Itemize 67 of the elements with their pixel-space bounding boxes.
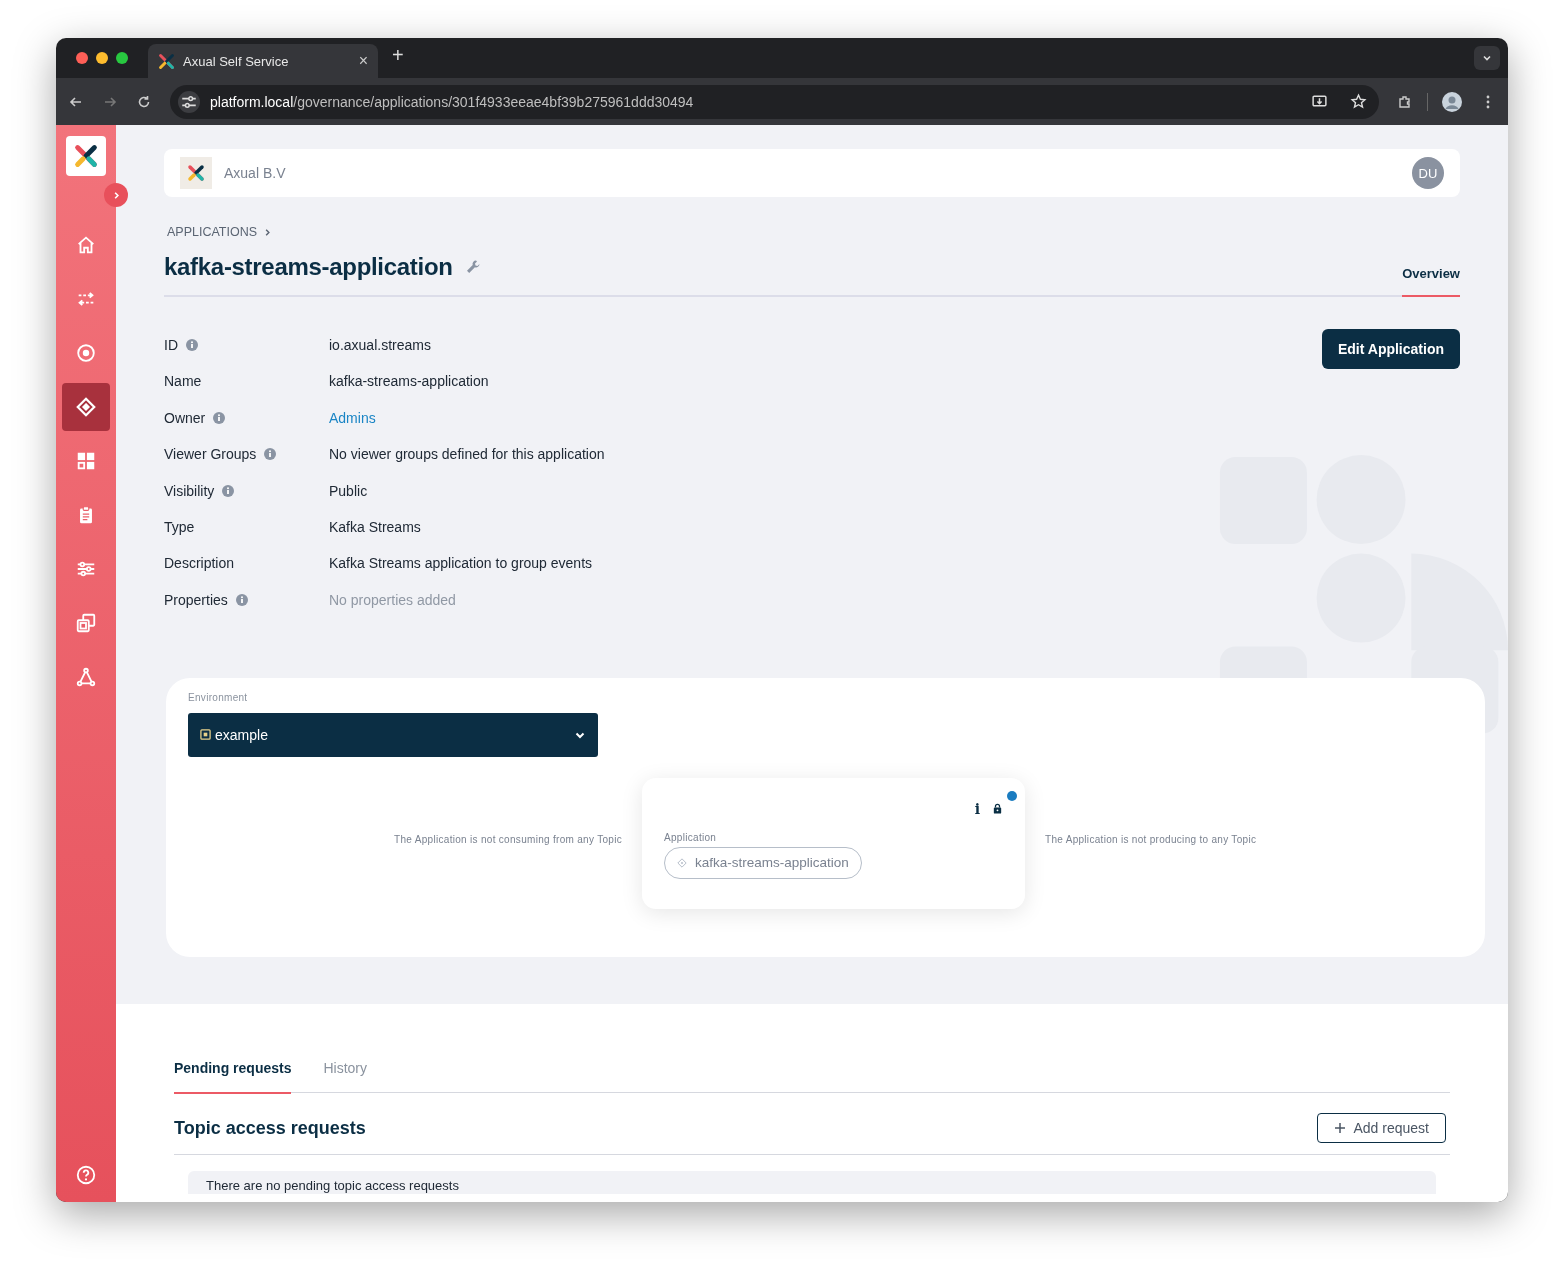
app-logo[interactable] [66, 136, 106, 176]
new-tab-button[interactable]: + [392, 44, 404, 67]
chevron-icon [263, 227, 273, 237]
field-value: io.axual.streams [329, 337, 431, 353]
empty-message: There are no pending topic access requests [206, 1178, 459, 1194]
field-label: Visibility [164, 482, 215, 499]
field-value: No properties added [329, 591, 456, 608]
organization-name: Axual B.V [224, 165, 286, 181]
field-label: Owner [164, 409, 206, 426]
field-value: kafka-streams-application [329, 373, 489, 390]
info-icon[interactable] [213, 411, 226, 424]
sidebar-item[interactable] [62, 383, 110, 431]
field-value: No viewer groups defined for this application [329, 446, 605, 463]
application-node[interactable]: i Application kafka-streams-application [642, 777, 1025, 909]
copy-icon [75, 612, 97, 634]
lock-icon[interactable] [992, 803, 1003, 815]
browser-tab[interactable]: Axual Self Service × [148, 44, 378, 78]
bookmark-star-icon[interactable] [1350, 93, 1367, 110]
edit-application-button[interactable]: Edit Application [1321, 329, 1460, 369]
network-icon [75, 666, 97, 688]
info-button[interactable]: i [974, 800, 980, 817]
section-heading: Topic access requests [174, 1117, 366, 1139]
site-settings-icon[interactable] [178, 90, 200, 113]
owner-link[interactable]: Admins [329, 409, 376, 426]
home-icon [75, 234, 97, 256]
field-label: Type [164, 518, 195, 535]
field-label: Description [164, 555, 235, 572]
info-icon[interactable] [186, 339, 198, 351]
field-label: Name [164, 373, 202, 390]
expand-sidebar-button[interactable] [104, 183, 128, 207]
info-icon[interactable] [264, 448, 277, 461]
profile-avatar-icon[interactable] [1442, 91, 1462, 112]
environment-label: Environment [188, 691, 249, 703]
tab-menu-button[interactable] [1474, 46, 1500, 70]
field-label: ID [164, 337, 178, 353]
page-title: kafka-streams-application [164, 253, 453, 281]
plus-icon [1333, 1122, 1346, 1135]
add-request-button[interactable]: Add request [1316, 1113, 1446, 1144]
diamond-icon [677, 857, 687, 868]
field-label: Properties [164, 591, 228, 608]
environment-dropdown[interactable]: example [188, 712, 598, 757]
help-icon[interactable] [75, 1164, 97, 1186]
wrench-icon[interactable] [464, 259, 481, 275]
url-text: platform.local/governance/applications/301f4933eeae4bf39b275961ddd30494 [210, 93, 695, 110]
info-icon[interactable] [235, 593, 248, 606]
field-value: Kafka Streams [329, 518, 421, 535]
grid-icon [75, 450, 97, 472]
node-label: Application [664, 831, 718, 843]
address-field[interactable]: platform.local/governance/applications/301f4933eeae4bf39b275961ddd30494 [170, 84, 1379, 119]
close-tab-button[interactable]: × [358, 52, 368, 70]
field-label: Viewer Groups [164, 446, 257, 463]
consumer-note: The Application is not consuming from any Topic [393, 833, 623, 845]
breadcrumb-link[interactable]: APPLICATIONS [167, 225, 258, 239]
reload-icon[interactable] [136, 93, 152, 110]
requests-tab[interactable]: Pending requests [174, 1051, 292, 1094]
overview-tab[interactable]: Overview [1402, 266, 1460, 297]
logo-icon [158, 52, 175, 70]
diamond-icon [75, 396, 97, 418]
organization-logo [180, 157, 212, 189]
environment-icon [200, 729, 211, 741]
field-value: Public [329, 482, 368, 499]
producer-note: The Application is not producing to any Topic [1044, 833, 1257, 845]
window-controls[interactable] [76, 52, 128, 64]
info-icon[interactable] [222, 484, 235, 497]
target-icon [75, 342, 97, 364]
field-value: Kafka Streams application to group events [329, 555, 593, 572]
extensions-icon[interactable] [1397, 93, 1413, 110]
